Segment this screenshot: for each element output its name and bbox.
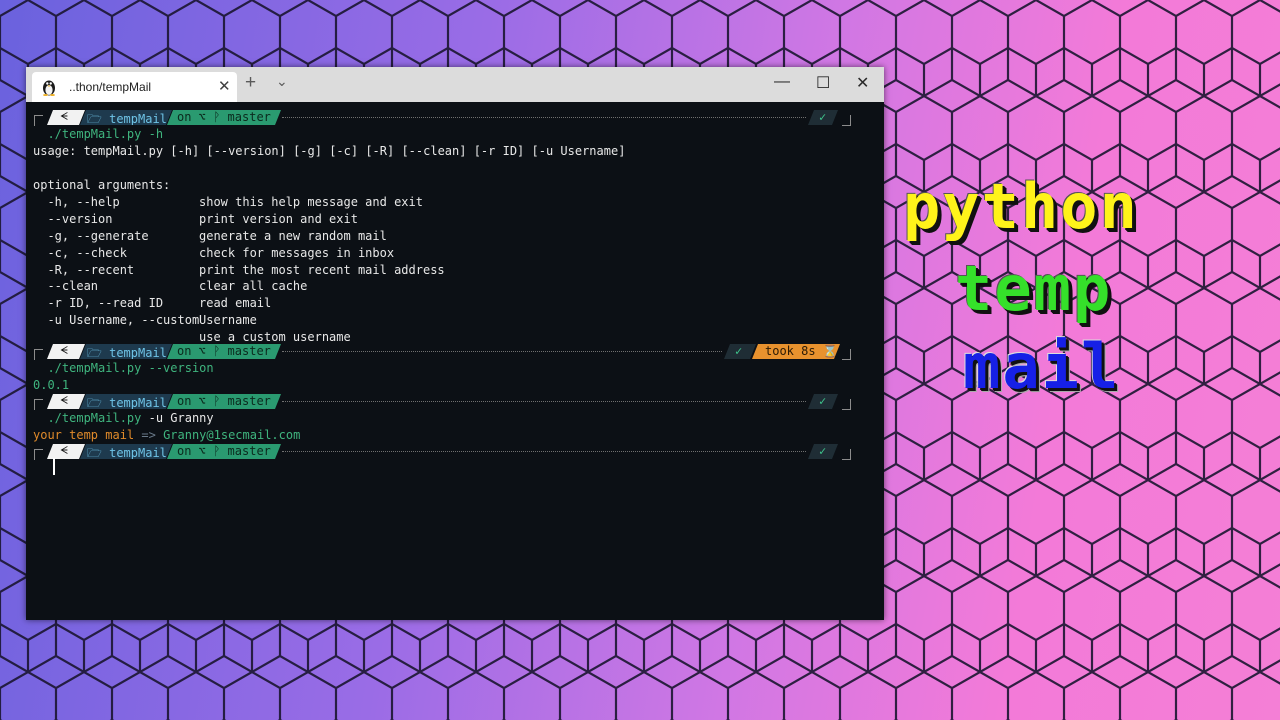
os-icon: ᗕ — [60, 444, 68, 457]
os-icon: ᗕ — [60, 344, 68, 357]
prompt-git-branch: on ⌥ ᚹ master — [167, 444, 281, 459]
tab-tempmail[interactable]: ..thon/tempMail ✕ — [32, 72, 237, 102]
list-item: -c, --check check for messages in inbox — [33, 246, 395, 260]
prompt-os-segment: ᗕ — [47, 394, 85, 409]
prompt-line: ᗕ 🗁 tempMail on ⌥ ᚹ master ✓ took 8s ⌛ — [26, 343, 884, 360]
terminal-output[interactable]: ᗕ 🗁 tempMail on ⌥ ᚹ master ✓ ./tempMail.… — [26, 102, 884, 620]
status-ok-badge: ✓ — [808, 394, 838, 409]
status-ok-badge: ✓ — [724, 344, 756, 359]
prompt-bracket-right — [842, 115, 851, 126]
prompt-directory: 🗁 tempMail — [80, 344, 172, 359]
prompt-git-branch: on ⌥ ᚹ master — [167, 344, 281, 359]
prompt-os-segment: ᗕ — [47, 110, 85, 125]
list-item: -R, --recent print the most recent mail a… — [33, 263, 445, 277]
prompt-bracket-left — [34, 399, 43, 410]
os-icon: ᗕ — [60, 110, 68, 123]
temp-mail-output: your temp mail => Granny@1secmail.com — [33, 428, 301, 442]
tab-title: ..thon/tempMail — [69, 80, 152, 94]
title-bar: ..thon/tempMail ✕ + ⌄ — ☐ ✕ — [26, 67, 884, 102]
status-ok-badge: ✓ — [808, 444, 838, 459]
prompt-bracket-right — [842, 449, 851, 460]
usage-line: usage: tempMail.py [-h] [--version] [-g]… — [33, 144, 626, 158]
terminal-window: ..thon/tempMail ✕ + ⌄ — ☐ ✕ ᗕ 🗁 tempMail… — [26, 67, 884, 620]
prompt-os-segment: ᗕ — [47, 444, 85, 459]
prompt-filler — [282, 351, 722, 352]
prompt-directory: 🗁 tempMail — [80, 110, 172, 125]
prompt-line: ᗕ 🗁 tempMail on ⌥ ᚹ master ✓ — [26, 443, 884, 460]
minimize-icon[interactable]: — — [774, 73, 790, 91]
command-line: ./tempMail.py --version — [47, 361, 214, 375]
status-ok-badge: ✓ — [808, 110, 838, 125]
text-cursor[interactable] — [53, 458, 55, 475]
optional-arguments-header: optional arguments: — [33, 178, 171, 192]
command-line: ./tempMail.py -u Granny — [47, 411, 214, 425]
list-item: -h, --help show this help message and exi… — [33, 195, 423, 209]
prompt-git-branch: on ⌥ ᚹ master — [167, 394, 281, 409]
list-item: -g, --generate generate a new random mail — [33, 229, 387, 243]
prompt-line: ᗕ 🗁 tempMail on ⌥ ᚹ master ✓ — [26, 109, 884, 126]
close-tab-icon[interactable]: ✕ — [218, 77, 231, 95]
list-item: --version print version and exit — [33, 212, 358, 226]
maximize-icon[interactable]: ☐ — [816, 73, 830, 93]
check-icon: ✓ — [735, 344, 743, 358]
command-line: ./tempMail.py -h — [47, 127, 164, 141]
check-icon: ✓ — [819, 110, 827, 124]
overlay-title-mail: mail — [963, 330, 1121, 403]
prompt-directory: 🗁 tempMail — [80, 444, 172, 459]
check-icon: ✓ — [819, 444, 827, 458]
overlay-title-temp: temp — [955, 252, 1113, 325]
prompt-filler — [282, 401, 806, 402]
command-duration-badge: took 8s ⌛ — [752, 344, 840, 359]
prompt-bracket-left — [34, 349, 43, 360]
prompt-filler — [282, 451, 806, 452]
close-window-icon[interactable]: ✕ — [856, 73, 869, 93]
prompt-bracket-left — [34, 115, 43, 126]
prompt-bracket-left — [34, 449, 43, 460]
linux-penguin-icon — [43, 80, 55, 96]
prompt-filler — [282, 117, 806, 118]
prompt-bracket-right — [842, 399, 851, 410]
new-tab-icon[interactable]: + — [245, 72, 256, 94]
chevron-down-icon[interactable]: ⌄ — [276, 73, 288, 90]
list-item: --clean clear all cache — [33, 279, 308, 293]
os-icon: ᗕ — [60, 394, 68, 407]
prompt-line: ᗕ 🗁 tempMail on ⌥ ᚹ master ✓ — [26, 393, 884, 410]
prompt-git-branch: on ⌥ ᚹ master — [167, 110, 281, 125]
list-item: -r ID, --read ID read email — [33, 296, 272, 310]
check-icon: ✓ — [819, 394, 827, 408]
prompt-directory: 🗁 tempMail — [80, 394, 172, 409]
list-item: -u Username, --custom Username — [33, 313, 257, 327]
overlay-title-python: python — [903, 170, 1139, 243]
prompt-bracket-right — [842, 349, 851, 360]
prompt-os-segment: ᗕ — [47, 344, 85, 359]
version-output: 0.0.1 — [33, 378, 70, 392]
